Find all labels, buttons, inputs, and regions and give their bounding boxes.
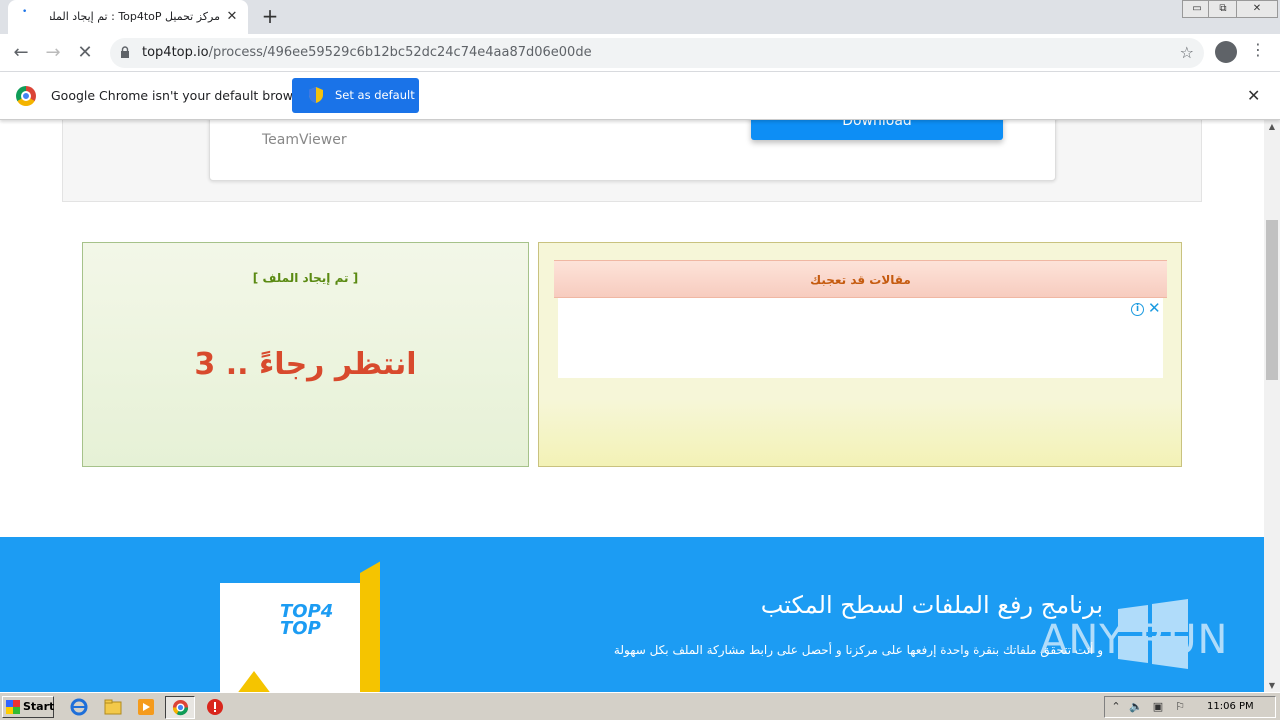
anyrun-watermark: ANY RUN [1040,599,1240,669]
restore-button[interactable]: ⧉ [1208,0,1238,18]
download-card: TeamViewer Download [209,120,1056,181]
profile-avatar-icon[interactable] [1215,41,1237,63]
tab-strip: • مركز تحميل Top4toP : تم إيجاد الملف ✕ … [0,0,1280,34]
download-button[interactable]: Download [751,120,1003,140]
box-side [360,561,380,692]
stop-loading-button[interactable]: ✕ [72,40,98,66]
browser-toolbar: ← → ✕ top4top.io/process/496ee59529c6b12… [0,34,1280,72]
chrome-taskbar-button[interactable] [165,696,195,719]
internet-explorer-icon[interactable] [70,698,88,716]
file-name: TeamViewer [262,132,347,148]
articles-box: مقالات قد تعجبك i ✕ [538,242,1182,467]
chrome-logo-icon [16,86,36,106]
file-found-box: [ تم إيجاد الملف ] انتظر رجاءً .. 3 [82,242,529,467]
uac-shield-icon [309,87,323,103]
start-button[interactable]: Start [2,696,54,718]
download-panel: TeamViewer Download [62,120,1202,202]
loading-favicon-icon: • [22,7,28,17]
start-label: Start [23,700,55,713]
volume-icon[interactable]: 🔈 [1129,700,1143,714]
page-content: TeamViewer Download [ تم إيجاد الملف ] ا… [0,120,1264,692]
banner-subtitle: و أنت تتحقق ملفاتك بنقرة واحدة إرفعها عل… [613,643,1103,657]
action-center-flag-icon[interactable]: ⚐ [1173,700,1187,714]
network-icon[interactable]: ▣ [1151,700,1165,714]
new-tab-button[interactable]: + [260,6,280,26]
ad-info-icon[interactable]: i [1131,303,1144,316]
ad-slot[interactable]: i ✕ [558,298,1163,378]
default-browser-infobar: Google Chrome isn't your default browser… [0,72,1280,120]
set-as-default-button[interactable]: Set as default [292,78,419,113]
forward-button[interactable]: → [40,40,66,66]
articles-header: مقالات قد تعجبك [554,260,1167,298]
box-front: TOP4 TOP [220,583,360,692]
bookmark-star-icon[interactable]: ☆ [1180,43,1194,62]
product-box-image: TOP4 TOP [220,561,380,692]
clock[interactable]: 11:06 PM [1207,701,1254,712]
desktop-app-banner: TOP4 TOP برنامج رفع الملفات لسطح المكتب … [0,537,1264,692]
system-tray: ⌃ 🔈 ▣ ⚐ 11:06 PM [1104,696,1276,718]
ad-close-icon[interactable]: ✕ [1148,299,1161,317]
chrome-menu-icon[interactable]: ⋮ [1250,42,1266,58]
box-decoration [230,671,278,692]
file-found-label: [ تم إيجاد الملف ] [252,271,359,285]
banner-title: برنامج رفع الملفات لسطح المكتب [760,591,1103,619]
scroll-thumb[interactable] [1266,220,1278,380]
tray-expand-icon[interactable]: ⌃ [1109,700,1123,714]
box-logo: TOP4 TOP [280,601,334,639]
windows-taskbar: Start ⌃ 🔈 ▣ ⚐ 11:06 PM [0,692,1280,720]
file-explorer-icon[interactable] [104,698,122,716]
watermark-text: ANY RUN [1040,617,1229,663]
tab-title: مركز تحميل Top4toP : تم إيجاد الملف [50,10,220,23]
set-as-default-label: Set as default [335,88,415,102]
tab-close-icon[interactable]: ✕ [224,9,240,25]
scroll-up-arrow-icon[interactable]: ▲ [1264,122,1280,131]
close-window-button[interactable]: ✕ [1236,0,1278,18]
chrome-taskbar-icon [172,699,189,716]
browser-tab[interactable]: • مركز تحميل Top4toP : تم إيجاد الملف ✕ [8,0,248,34]
media-player-icon[interactable] [137,698,155,716]
address-bar[interactable]: top4top.io/process/496ee59529c6b12bc52dc… [110,38,1204,68]
page-scrollbar[interactable]: ▲ ▼ [1264,120,1280,692]
back-button[interactable]: ← [8,40,34,66]
countdown-text: انتظر رجاءً .. 3 [194,347,417,382]
stop-sign-icon[interactable] [206,698,224,716]
infobar-close-icon[interactable]: ✕ [1247,86,1260,105]
windows-flag-icon [6,700,20,714]
lock-icon [121,46,129,58]
url-text: top4top.io/process/496ee59529c6b12bc52dc… [142,45,592,60]
infobar-message: Google Chrome isn't your default browser [51,88,313,103]
scroll-down-arrow-icon[interactable]: ▼ [1264,681,1280,690]
